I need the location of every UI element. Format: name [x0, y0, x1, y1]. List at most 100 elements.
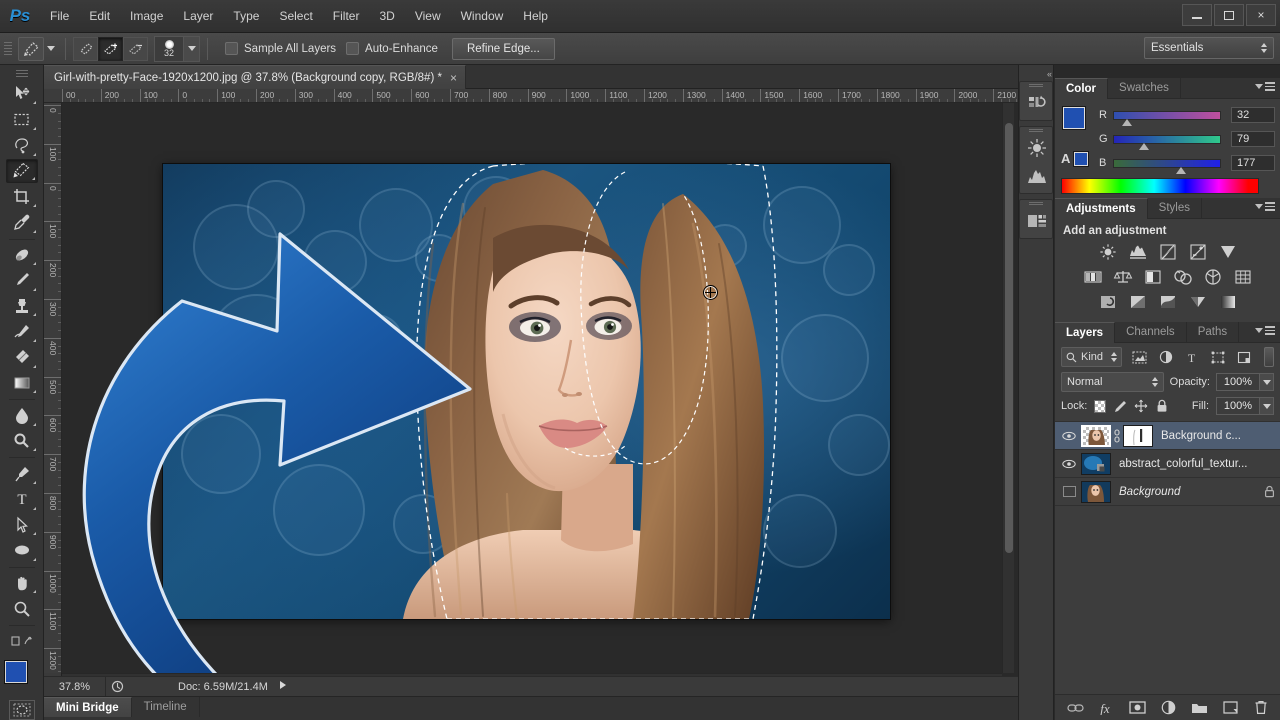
blue-slider-knob[interactable]: [1176, 166, 1186, 174]
brush-panel-icon[interactable]: [1020, 134, 1054, 162]
options-bar-grip[interactable]: [4, 38, 12, 60]
horizontal-ruler[interactable]: 00 200 100 0 100 200 300 400 500 600 700 800 900 1000…: [44, 89, 1018, 103]
close-button[interactable]: ×: [1246, 4, 1276, 26]
new-layer-icon[interactable]: [1221, 699, 1239, 717]
layers-panel-menu-icon[interactable]: [1255, 326, 1275, 335]
ellipse-tool[interactable]: [6, 538, 38, 563]
add-to-selection-button[interactable]: [98, 36, 123, 61]
layer-mask-thumbnail[interactable]: [1123, 424, 1153, 447]
history-brush-tool[interactable]: [6, 319, 38, 344]
eyedropper-tool[interactable]: [6, 210, 38, 235]
link-layers-icon[interactable]: [1066, 699, 1084, 717]
selective-color-icon[interactable]: [1187, 292, 1209, 312]
blue-slider-track[interactable]: [1113, 158, 1221, 174]
red-slider-knob[interactable]: [1122, 118, 1132, 126]
curves-icon[interactable]: [1157, 242, 1179, 262]
rail-grip[interactable]: [1020, 82, 1052, 89]
photo-filter-icon[interactable]: [1172, 267, 1194, 287]
tab-paths[interactable]: Paths: [1187, 322, 1240, 343]
blend-mode-select[interactable]: Normal: [1061, 372, 1164, 392]
menu-view[interactable]: View: [405, 0, 451, 33]
gradient-map-icon[interactable]: [1217, 292, 1239, 312]
tab-swatches[interactable]: Swatches: [1108, 78, 1181, 99]
lock-all-icon[interactable]: [1155, 398, 1169, 414]
vibrance-icon[interactable]: [1217, 242, 1239, 262]
brush-tool[interactable]: [6, 268, 38, 293]
path-selection-tool[interactable]: [6, 513, 38, 538]
tab-timeline[interactable]: Timeline: [132, 697, 200, 717]
minimize-button[interactable]: [1182, 4, 1212, 26]
menu-file[interactable]: File: [40, 0, 79, 33]
lock-transparent-pixels-icon[interactable]: [1094, 399, 1106, 413]
clone-stamp-tool[interactable]: [6, 294, 38, 319]
lock-image-pixels-icon[interactable]: [1113, 398, 1127, 414]
color-panel-foreground-swatch[interactable]: [1063, 107, 1085, 129]
filter-toggle-icon[interactable]: [1263, 347, 1274, 367]
add-layer-mask-icon[interactable]: [1128, 699, 1146, 717]
brightness-contrast-icon[interactable]: [1097, 242, 1119, 262]
tab-color[interactable]: Color: [1055, 78, 1109, 99]
workspace-selector[interactable]: Essentials: [1144, 37, 1274, 59]
refine-edge-button[interactable]: Refine Edge...: [451, 37, 555, 60]
dodge-tool[interactable]: [6, 429, 38, 454]
menu-help[interactable]: Help: [513, 0, 558, 33]
opacity-value[interactable]: 100%: [1216, 373, 1260, 391]
history-icon[interactable]: [1020, 89, 1054, 117]
layer-row[interactable]: Background c...: [1055, 422, 1280, 450]
status-proxy-icon[interactable]: [106, 680, 128, 693]
move-tool[interactable]: [6, 82, 38, 107]
black-white-icon[interactable]: [1142, 267, 1164, 287]
spot-healing-brush-tool[interactable]: [6, 243, 38, 268]
fill-dropdown-icon[interactable]: [1260, 397, 1274, 415]
eraser-tool[interactable]: [6, 345, 38, 370]
document-tab-close-icon[interactable]: ×: [450, 71, 457, 85]
foreground-color-swatch[interactable]: [4, 660, 27, 683]
smart-object-filter-icon[interactable]: [1234, 347, 1254, 367]
layer-row[interactable]: abstract_colorful_textur...: [1055, 450, 1280, 478]
pixel-filter-icon[interactable]: [1130, 347, 1150, 367]
vertical-scroll-thumb[interactable]: [1005, 123, 1013, 553]
zoom-tool[interactable]: [6, 596, 38, 621]
layer-row[interactable]: Background: [1055, 478, 1280, 506]
tool-preset-dropdown[interactable]: [44, 46, 58, 51]
type-filter-icon[interactable]: T: [1182, 347, 1202, 367]
green-slider-knob[interactable]: [1139, 142, 1149, 150]
current-tool-preset-icon[interactable]: [18, 36, 44, 61]
pen-tool[interactable]: [6, 461, 38, 486]
blur-tool[interactable]: [6, 403, 38, 428]
vertical-ruler[interactable]: 0 100 0 100 200 300 400 500 600 700 800 900 1000 1100…: [44, 103, 62, 673]
tab-mini-bridge[interactable]: Mini Bridge: [44, 697, 132, 717]
menu-layer[interactable]: Layer: [173, 0, 223, 33]
menu-edit[interactable]: Edit: [79, 0, 120, 33]
document-tab[interactable]: Girl-with-pretty-Face-1920x1200.jpg @ 37…: [44, 65, 466, 89]
alpha-swatch[interactable]: [1074, 151, 1089, 166]
green-value[interactable]: 79: [1231, 131, 1275, 147]
sample-all-layers-checkbox[interactable]: [225, 42, 238, 55]
black-white-swatches[interactable]: [1259, 179, 1272, 193]
maximize-button[interactable]: [1214, 4, 1244, 26]
status-expand-arrow-icon[interactable]: [278, 680, 288, 693]
auto-enhance-option[interactable]: Auto-Enhance: [346, 42, 438, 55]
invert-icon[interactable]: [1097, 292, 1119, 312]
color-balance-icon[interactable]: [1112, 267, 1134, 287]
layer-thumbnail[interactable]: [1081, 424, 1111, 447]
menu-3d[interactable]: 3D: [369, 0, 404, 33]
quick-mask-button[interactable]: [8, 700, 35, 720]
tab-adjustments[interactable]: Adjustments: [1055, 198, 1148, 219]
menu-type[interactable]: Type: [223, 0, 269, 33]
red-slider-track[interactable]: [1113, 110, 1221, 126]
layer-visibility-toggle[interactable]: [1057, 459, 1081, 469]
lasso-tool[interactable]: [6, 133, 38, 158]
delete-layer-icon[interactable]: [1252, 699, 1270, 717]
crop-tool[interactable]: [6, 184, 38, 209]
layer-name[interactable]: Background: [1119, 486, 1258, 498]
brush-picker-dropdown[interactable]: [184, 35, 200, 62]
document-image[interactable]: [163, 164, 890, 619]
new-selection-button[interactable]: [73, 36, 98, 61]
horizontal-type-tool[interactable]: T: [6, 487, 38, 512]
layer-name[interactable]: abstract_colorful_textur...: [1119, 458, 1280, 470]
properties-icon[interactable]: [1020, 207, 1054, 235]
layer-mask-link-icon[interactable]: [1111, 428, 1123, 443]
hand-tool[interactable]: [6, 571, 38, 596]
tools-panel-grip[interactable]: [15, 69, 28, 78]
